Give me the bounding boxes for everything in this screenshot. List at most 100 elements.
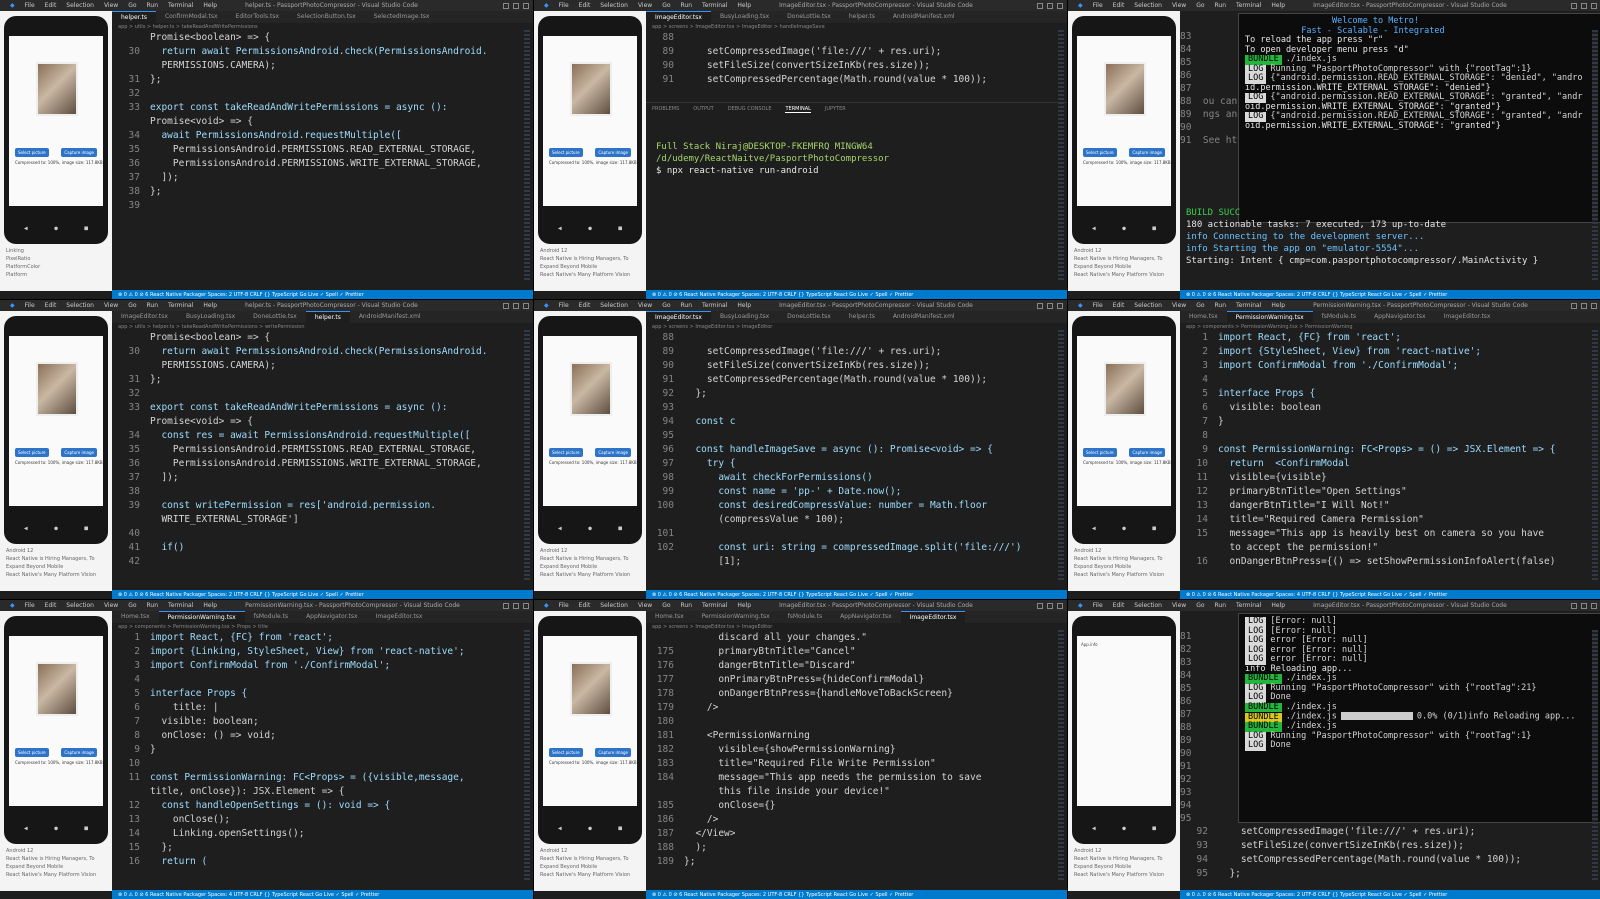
editor-tab[interactable]: AppNavigator.tsx <box>297 611 366 623</box>
home-icon[interactable]: ● <box>1122 825 1126 832</box>
menu-item[interactable]: Terminal <box>1236 602 1261 609</box>
back-icon[interactable]: ◀ <box>24 225 28 232</box>
close-icon[interactable] <box>1591 302 1597 309</box>
menu-item[interactable]: Help <box>737 602 751 609</box>
menu-item[interactable]: Edit <box>1113 602 1125 609</box>
close-icon[interactable] <box>1591 602 1597 609</box>
select-picture-button[interactable]: Select picture <box>15 148 49 157</box>
maximize-icon[interactable] <box>1581 602 1587 609</box>
home-icon[interactable]: ● <box>54 525 58 532</box>
menu-item[interactable]: Run <box>681 2 693 9</box>
recents-icon[interactable]: ■ <box>84 525 88 532</box>
menu-item[interactable]: Help <box>1271 602 1285 609</box>
menu-item[interactable]: File <box>1093 302 1103 309</box>
menu-item[interactable]: Help <box>203 602 217 609</box>
menu-item[interactable]: Terminal <box>702 302 727 309</box>
editor-tab[interactable]: PermissionWarning.tsx <box>158 611 245 623</box>
back-icon[interactable]: ◀ <box>1092 225 1096 232</box>
menu-item[interactable]: Run <box>1215 302 1227 309</box>
editor-tab[interactable]: fsModule.ts <box>245 611 297 623</box>
menu-item[interactable]: Terminal <box>702 602 727 609</box>
editor-tab[interactable]: DoneLottie.tsx <box>778 311 840 323</box>
editor-tab[interactable]: fsModule.ts <box>1313 311 1365 323</box>
editor-tab[interactable]: AppNavigator.tsx <box>1365 311 1434 323</box>
home-icon[interactable]: ● <box>54 825 58 832</box>
editor-tab[interactable]: helper.ts <box>305 311 350 323</box>
menu-item[interactable]: Go <box>128 2 136 9</box>
select-picture-button[interactable]: Select picture <box>1083 148 1117 157</box>
editor-tab[interactable]: Home.tsx <box>646 611 693 623</box>
capture-image-button[interactable]: Capture image <box>61 748 97 757</box>
menu-item[interactable]: Terminal <box>1236 2 1261 9</box>
menu-item[interactable]: Edit <box>1113 302 1125 309</box>
code-editor[interactable]: 1 import React, {FC} from 'react'; 2 import… <box>1180 330 1591 589</box>
menu-item[interactable]: Edit <box>45 302 57 309</box>
menu-item[interactable]: Edit <box>1113 2 1125 9</box>
home-icon[interactable]: ● <box>588 225 592 232</box>
recents-icon[interactable]: ■ <box>618 825 622 832</box>
editor-tab[interactable]: ConfirmModal.tsx <box>156 11 227 23</box>
menu-item[interactable]: File <box>25 302 35 309</box>
menu-item[interactable]: File <box>25 2 35 9</box>
code-editor[interactable]: Promise<boolean> => {30 return await Per… <box>112 330 523 589</box>
menu-item[interactable]: Selection <box>600 302 628 309</box>
close-icon[interactable] <box>1591 2 1597 9</box>
menu-item[interactable]: Selection <box>600 2 628 9</box>
home-icon[interactable]: ● <box>588 525 592 532</box>
maximize-icon[interactable] <box>513 602 519 609</box>
editor-tab[interactable]: AppNavigator.tsx <box>831 611 900 623</box>
capture-image-button[interactable]: Capture image <box>595 148 631 157</box>
maximize-icon[interactable] <box>513 2 519 9</box>
menu-item[interactable]: Selection <box>1134 2 1162 9</box>
minimize-icon[interactable] <box>1571 302 1577 309</box>
minimize-icon[interactable] <box>1571 2 1577 9</box>
home-icon[interactable]: ● <box>588 825 592 832</box>
maximize-icon[interactable] <box>1047 302 1053 309</box>
editor-tab[interactable]: AndroidManifest.xml <box>350 311 430 323</box>
menu-item[interactable]: View <box>104 302 118 309</box>
select-picture-button[interactable]: Select picture <box>549 448 583 457</box>
close-icon[interactable] <box>1057 602 1063 609</box>
menu-item[interactable]: Help <box>203 2 217 9</box>
editor-tab[interactable]: SelectedImage.tsx <box>365 11 439 23</box>
select-picture-button[interactable]: Select picture <box>549 748 583 757</box>
capture-image-button[interactable]: Capture image <box>61 148 97 157</box>
back-icon[interactable]: ◀ <box>558 825 562 832</box>
minimize-icon[interactable] <box>1037 302 1043 309</box>
menu-item[interactable]: Selection <box>1134 602 1162 609</box>
back-icon[interactable]: ◀ <box>558 525 562 532</box>
menu-item[interactable]: Run <box>681 602 693 609</box>
menu-item[interactable]: Selection <box>1134 302 1162 309</box>
capture-image-button[interactable]: Capture image <box>1129 148 1165 157</box>
menu-item[interactable]: View <box>1172 2 1186 9</box>
recents-icon[interactable]: ■ <box>1152 225 1156 232</box>
editor-tab[interactable]: helper.ts <box>112 11 156 23</box>
menu-item[interactable]: Help <box>1271 302 1285 309</box>
panel-tab[interactable]: JUPYTER <box>825 106 846 113</box>
editor-tab[interactable]: ImageEditor.tsx <box>112 311 177 323</box>
menu-item[interactable]: Selection <box>66 602 94 609</box>
menu-item[interactable]: File <box>25 602 35 609</box>
editor-tab[interactable]: helper.ts <box>840 11 884 23</box>
close-icon[interactable] <box>1057 2 1063 9</box>
select-picture-button[interactable]: Select picture <box>15 448 49 457</box>
menu-item[interactable]: Run <box>147 602 159 609</box>
maximize-icon[interactable] <box>513 302 519 309</box>
capture-image-button[interactable]: Capture image <box>61 448 97 457</box>
menu-item[interactable]: View <box>638 302 652 309</box>
editor-tab[interactable]: DoneLottie.tsx <box>778 11 840 23</box>
menu-item[interactable]: File <box>559 302 569 309</box>
menu-item[interactable]: Edit <box>579 2 591 9</box>
menu-item[interactable]: Edit <box>45 602 57 609</box>
editor-tab[interactable]: Home.tsx <box>1180 311 1227 323</box>
capture-image-button[interactable]: Capture image <box>595 448 631 457</box>
menu-item[interactable]: File <box>559 602 569 609</box>
editor-tab[interactable]: ImageEditor.tsx <box>1435 311 1500 323</box>
menu-item[interactable]: Terminal <box>168 302 193 309</box>
recents-icon[interactable]: ■ <box>84 825 88 832</box>
menu-item[interactable]: View <box>104 2 118 9</box>
select-picture-button[interactable]: Select picture <box>549 148 583 157</box>
minimize-icon[interactable] <box>503 302 509 309</box>
panel-tab[interactable]: OUTPUT <box>693 106 713 113</box>
recents-icon[interactable]: ■ <box>1152 525 1156 532</box>
